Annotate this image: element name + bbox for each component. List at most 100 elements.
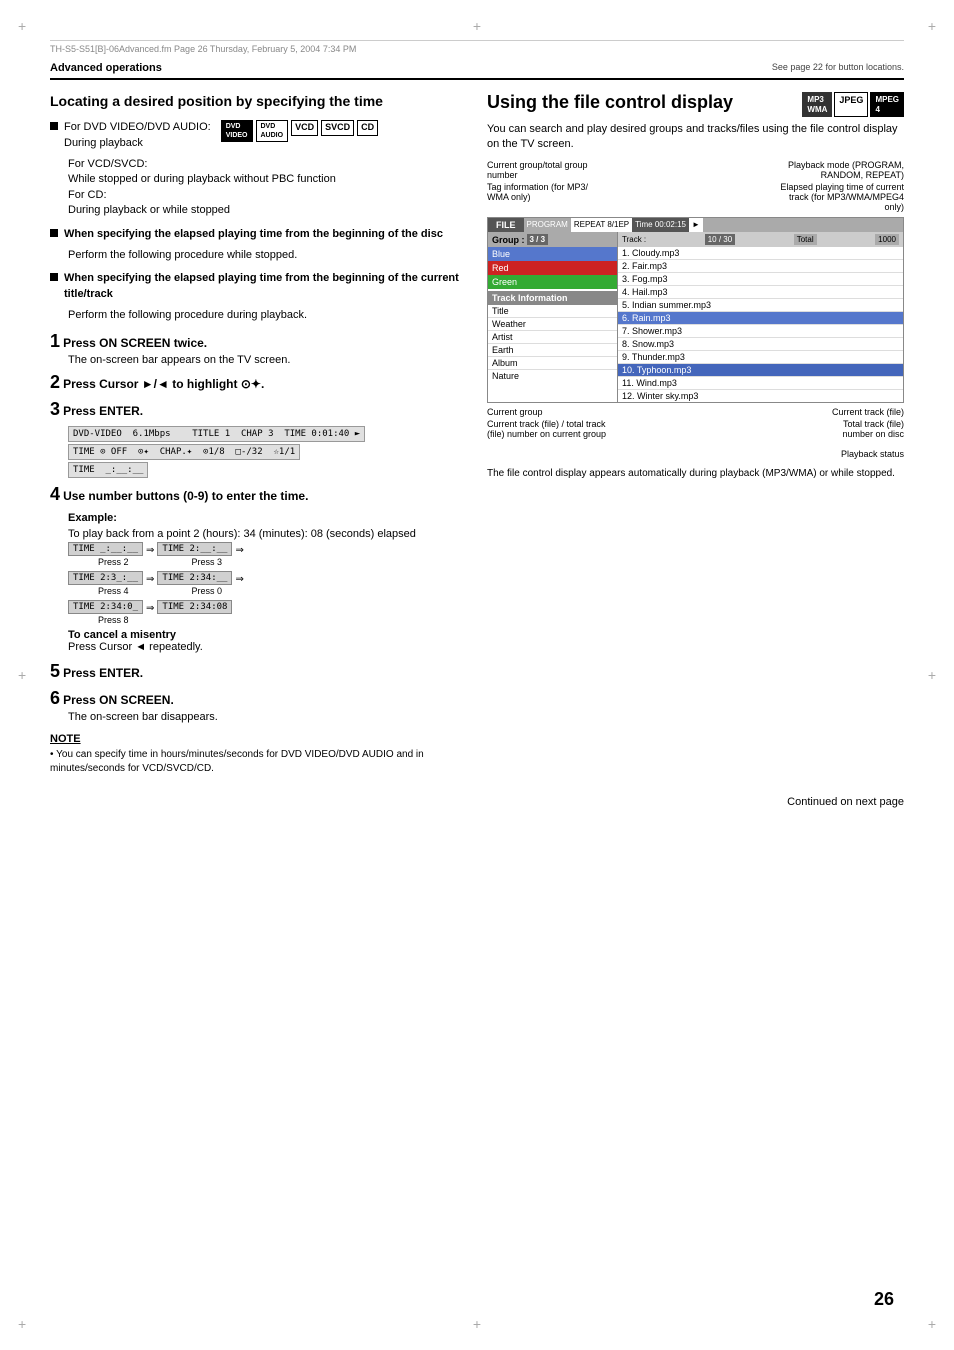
step-1-desc: The on-screen bar appears on the TV scre… <box>68 354 467 366</box>
right-intro: You can search and play desired groups a… <box>487 122 904 153</box>
corner-mark-tm: + <box>473 18 481 34</box>
track-10: 10. Typhoon.mp3 <box>618 364 903 377</box>
press-8-label: Press 8 <box>98 615 129 625</box>
corner-mark-br: + <box>928 1316 936 1332</box>
arrow-2a: ⇒ <box>146 574 154 585</box>
step-6: 6 Press ON SCREEN. The on-screen bar dis… <box>50 688 467 723</box>
bullet-3-text: When specifying the elapsed playing time… <box>64 271 467 302</box>
track-12: 12. Winter sky.mp3 <box>618 390 903 402</box>
fcd-group-red: Red <box>488 261 617 275</box>
onscreen-bar-1: DVD-VIDEO 6.1Mbps TITLE 1 CHAP 3 TIME 0:… <box>68 426 365 442</box>
page-container: + + + + + + + + TH-S5-S51[B]-06Advanced.… <box>0 0 954 1350</box>
track-1: 1. Cloudy.mp3 <box>618 247 903 260</box>
corner-mark-bm: + <box>473 1316 481 1332</box>
press-2-label: Press 2 <box>98 557 129 567</box>
continued-label: Continued on next page <box>50 796 904 808</box>
corner-mark-tl: + <box>18 18 26 34</box>
ann-top-row: Current group/total groupnumber Playback… <box>487 160 904 180</box>
cancel-desc: Press Cursor ◄ repeatedly. <box>68 641 203 653</box>
press-0-label: Press 0 <box>192 586 223 596</box>
corner-mark-tr: + <box>928 18 936 34</box>
bullet-2-sub: Perform the following procedure while st… <box>68 248 467 263</box>
badge-jpeg: JPEG <box>834 92 868 117</box>
time-box-1b: TIME 2:__:__ <box>157 542 232 556</box>
fcd-track-label: Track : <box>622 235 646 244</box>
fcd-group-green: Green <box>488 275 617 289</box>
press-3-label: Press 3 <box>192 557 223 567</box>
fcd-track-list: 1. Cloudy.mp3 2. Fair.mp3 3. Fog.mp3 4. … <box>618 247 903 402</box>
bullet-2-item: When specifying the elapsed playing time… <box>50 227 467 242</box>
filename-bar: TH-S5-S51[B]-06Advanced.fm Page 26 Thurs… <box>50 40 904 54</box>
fcd-bottom-note: The file control display appears automat… <box>487 467 904 481</box>
fcd-group-blue: Blue <box>488 247 617 261</box>
dvd-badges: DVDVIDEO DVDAUDIO VCD SVCD CD <box>221 120 378 142</box>
fcd-info-earth: Earth <box>488 344 617 357</box>
corner-mark-mr: + <box>928 667 936 683</box>
track-6: 6. Rain.mp3 <box>618 312 903 325</box>
time-entry-row-3: TIME 2:34:0_ ⇒ TIME 2:34:08 <box>68 600 467 614</box>
left-column: Locating a desired position by specifyin… <box>50 92 467 776</box>
bullet-square-2 <box>50 229 58 237</box>
press-col-3b: TIME 2:34:08 <box>157 600 232 614</box>
time-entry-press-labels-3: Press 8 <box>68 615 467 625</box>
fcd-group-header: Group : 3 / 3 <box>488 232 617 247</box>
fcd-time-display: Time 00:02:15 <box>632 218 689 232</box>
fcd-file-label: FILE <box>488 218 524 232</box>
step-3-text: Press ENTER. <box>63 404 143 418</box>
step-4: 4 Use number buttons (0-9) to enter the … <box>50 484 467 505</box>
fcd-track-info-header: Track Information <box>488 291 617 305</box>
badge-mpeg4: MPEG4 <box>870 92 904 117</box>
bullet-square-1 <box>50 122 58 130</box>
ann-mid-row: Tag information (for MP3/WMA only) Elaps… <box>487 182 904 212</box>
arrow-2b: ⇒ <box>235 574 243 585</box>
time-box-1a: TIME _:__:__ <box>68 542 143 556</box>
badge-mp3-wma: MP3WMA <box>802 92 832 117</box>
bullet-3-section: When specifying the elapsed playing time… <box>50 271 467 323</box>
onscreen-bar-2: TIME ⊙ OFF ⊙✦ CHAP.✦ ⊙1/8 □-/32 ☆1/1 <box>68 444 300 460</box>
time-entry-row-1: TIME _:__:__ ⇒ TIME 2:__:__ ⇒ <box>68 542 467 556</box>
left-article-title: Locating a desired position by specifyin… <box>50 92 467 110</box>
fcd-left-panel: Group : 3 / 3 Blue Red Green Track Infor… <box>488 232 618 402</box>
note-section: NOTE • You can specify time in hours/min… <box>50 733 467 776</box>
right-column: MP3WMA JPEG MPEG4 Using the file control… <box>487 92 904 776</box>
bullet-1-text: For DVD VIDEO/DVD AUDIO: During playback <box>64 120 211 151</box>
step-5-text: Press ENTER. <box>63 666 143 680</box>
bullet-3-item: When specifying the elapsed playing time… <box>50 271 467 302</box>
bullet-1-section: For DVD VIDEO/DVD AUDIO: During playback… <box>50 120 467 218</box>
track-5: 5. Indian summer.mp3 <box>618 299 903 312</box>
ann-total-track-disc: Total track (file)number on disc <box>842 419 904 439</box>
note-text: • You can specify time in hours/minutes/… <box>50 748 467 776</box>
ann-current-group: Current group <box>487 407 543 417</box>
badge-vcd: VCD <box>291 120 318 136</box>
time-entry-press-labels-2: Press 4 Press 0 <box>68 586 467 596</box>
corner-mark-ml: + <box>18 667 26 683</box>
bullet-2-section: When specifying the elapsed playing time… <box>50 227 467 264</box>
file-control-display: FILE PROGRAM REPEAT 8/1EP Time 00:02:15 … <box>487 217 904 403</box>
step-5: 5 Press ENTER. <box>50 661 467 682</box>
badge-dvd-audio: DVDAUDIO <box>256 120 289 142</box>
media-badges-row: MP3WMA JPEG MPEG4 <box>802 92 904 117</box>
time-entry-press-labels-1: Press 2 Press 3 <box>68 557 467 567</box>
two-column-layout: Locating a desired position by specifyin… <box>50 92 904 776</box>
step-2: 2 Press Cursor ►/◄ to highlight ⊙✦. <box>50 372 467 393</box>
ann-elapsed: Elapsed playing time of currenttrack (fo… <box>780 182 904 212</box>
arrow-3: ⇒ <box>146 603 154 614</box>
press-col-3a: TIME 2:34:0_ <box>68 600 143 614</box>
ann-right-bottom: Total track (file)number on disc Playbac… <box>841 419 904 459</box>
ann-tag-info: Tag information (for MP3/WMA only) <box>487 182 588 212</box>
time-box-2a: TIME 2:3_:__ <box>68 571 143 585</box>
bullet-3-sub: Perform the following procedure during p… <box>68 308 467 323</box>
step-1: 1 Press ON SCREEN twice. The on-screen b… <box>50 331 467 366</box>
page-header: Advanced operations See page 22 for butt… <box>50 62 904 80</box>
cancel-section: To cancel a misentry Press Cursor ◄ repe… <box>68 629 467 653</box>
step-6-desc: The on-screen bar disappears. <box>68 711 467 723</box>
fcd-diagram-container: Tag information (for MP3/WMA only) Elaps… <box>487 182 904 459</box>
fcd-rows: Group : 3 / 3 Blue Red Green Track Infor… <box>488 232 903 402</box>
step-4-text: Use number buttons (0-9) to enter the ti… <box>63 489 308 503</box>
fcd-right-panel: Track : 10 / 30 Total 1000 1. Cloudy.mp3… <box>618 232 903 402</box>
step-5-number: 5 <box>50 661 60 681</box>
fcd-track-header: Track : 10 / 30 Total 1000 <box>618 232 903 247</box>
track-11: 11. Wind.mp3 <box>618 377 903 390</box>
track-2: 2. Fair.mp3 <box>618 260 903 273</box>
step-3: 3 Press ENTER. <box>50 399 467 420</box>
